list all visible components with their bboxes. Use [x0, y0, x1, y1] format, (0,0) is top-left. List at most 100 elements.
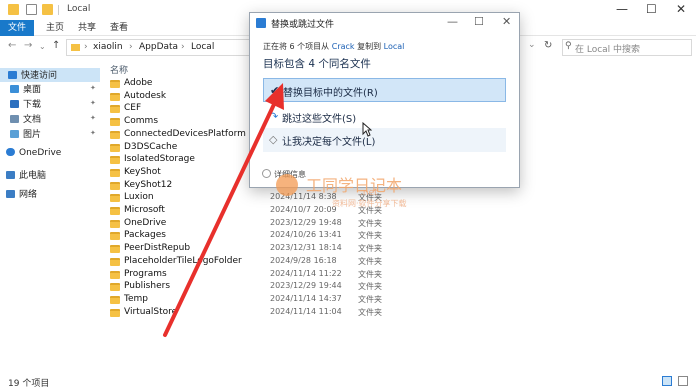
folder-icon: [110, 156, 120, 165]
file-type: 文件夹: [358, 282, 382, 292]
list-item[interactable]: Programs 2024/11/14 11:22 文件夹: [110, 269, 490, 282]
close-icon[interactable]: ✕: [676, 2, 686, 16]
dialog-title-bar: 替换或跳过文件 — ☐ ✕: [250, 13, 519, 33]
replace-or-skip-dialog: 替换或跳过文件 — ☐ ✕ 正在将 6 个项目从 Crack 复制到 Local…: [249, 12, 520, 188]
column-header-name[interactable]: 名称: [110, 63, 128, 76]
file-name: KeyShot: [124, 166, 161, 177]
computer-icon: [6, 171, 15, 179]
copy-icon: [256, 18, 266, 28]
modified-date: 2024/11/14 11:22: [270, 268, 342, 278]
watermark-subtitle: 资料网·软件分享下载: [332, 199, 407, 208]
separator-icon[interactable]: ›: [181, 42, 185, 52]
download-icon: [10, 100, 19, 108]
tab-home[interactable]: 主页: [46, 20, 64, 36]
maximize-icon[interactable]: ☐: [474, 15, 484, 28]
file-name: Comms: [124, 116, 159, 127]
breadcrumb-user[interactable]: xiaolin: [93, 42, 123, 52]
list-item[interactable]: VirtualStore 2024/11/14 11:04 文件夹: [110, 307, 490, 320]
minimize-icon[interactable]: —: [616, 2, 628, 16]
refresh-icon[interactable]: ↻: [544, 40, 552, 51]
search-placeholder: 在 Local 中搜索: [575, 45, 641, 55]
pin-icon[interactable]: ✦: [90, 84, 96, 92]
close-icon[interactable]: ✕: [502, 15, 511, 28]
replace-files-option[interactable]: ✔ 替换目标中的文件(R): [263, 78, 506, 102]
search-input[interactable]: ⚲ 在 Local 中搜索: [562, 39, 692, 56]
list-item[interactable]: Packages 2024/10/26 13:41 文件夹: [110, 230, 490, 243]
sidebar-item-quick-access[interactable]: 快速访问: [0, 68, 100, 82]
minimize-icon[interactable]: —: [447, 15, 458, 28]
file-name: KeyShot12: [124, 179, 173, 190]
window-title: Local: [67, 4, 91, 14]
file-type: 文件夹: [358, 256, 382, 266]
maximize-icon[interactable]: ☐: [646, 2, 657, 16]
recent-chevron-icon[interactable]: ⌄: [39, 42, 46, 51]
file-name: Temp: [124, 293, 148, 304]
pin-icon[interactable]: ✦: [90, 114, 96, 122]
properties-icon[interactable]: [26, 4, 37, 15]
sidebar-item-label: OneDrive: [19, 148, 62, 158]
decide-icon: ◇: [269, 133, 278, 146]
folder-icon: [110, 308, 120, 317]
tab-view[interactable]: 查看: [110, 20, 128, 36]
folder-icon: [110, 283, 120, 292]
folder-icon: [110, 245, 120, 254]
large-icons-view-icon[interactable]: [678, 376, 688, 386]
skip-files-option[interactable]: ↷ 跳过这些文件(S): [263, 105, 506, 129]
folder-icon: [110, 92, 120, 101]
file-name: OneDrive: [124, 217, 167, 228]
dropdown-icon[interactable]: ⌄: [528, 40, 536, 50]
separator-icon[interactable]: ›: [84, 42, 88, 52]
sidebar-item-this-pc[interactable]: 此电脑: [6, 168, 46, 182]
sidebar-item-documents[interactable]: 文档: [10, 112, 41, 126]
folder-icon: [110, 219, 120, 228]
file-name: Packages: [124, 230, 166, 241]
pin-icon[interactable]: ✦: [90, 129, 96, 137]
tab-share[interactable]: 共享: [78, 20, 96, 36]
list-item[interactable]: Temp 2024/11/14 14:37 文件夹: [110, 294, 490, 307]
folder-icon: [110, 181, 120, 190]
back-icon[interactable]: ←: [8, 40, 16, 51]
file-name: Adobe: [124, 78, 153, 88]
checkmark-icon: ✔: [270, 84, 280, 97]
item-count: 19 个项目: [8, 379, 50, 389]
file-type: 文件夹: [358, 307, 382, 317]
copy-info-mid: 复制到: [357, 42, 382, 51]
list-item[interactable]: PeerDistRepub 2023/12/31 18:14 文件夹: [110, 243, 490, 256]
modified-date: 2024/11/14 14:37: [270, 293, 342, 303]
breadcrumb-appdata[interactable]: AppData: [139, 42, 178, 52]
sidebar-item-onedrive[interactable]: OneDrive: [6, 148, 61, 162]
sidebar-item-network[interactable]: 网络: [6, 187, 37, 201]
copy-info: 正在将 6 个项目从 Crack 复制到 Local: [263, 41, 404, 52]
pin-icon[interactable]: ✦: [90, 99, 96, 107]
new-folder-icon[interactable]: [42, 4, 53, 15]
folder-icon: [110, 194, 120, 203]
folder-icon: [110, 143, 120, 152]
destination-link[interactable]: Local: [384, 42, 405, 51]
list-item[interactable]: Publishers 2023/12/29 19:44 文件夹: [110, 281, 490, 294]
modified-date: 2024/9/28 16:18: [270, 255, 337, 265]
list-item[interactable]: PlaceholderTileLogoFolder 2024/9/28 16:18…: [110, 256, 490, 269]
forward-icon[interactable]: →: [24, 40, 32, 51]
file-name: D3DSCache: [124, 141, 178, 152]
folder-icon: [110, 270, 120, 279]
sidebar-item-desktop[interactable]: 桌面: [10, 82, 41, 96]
sidebar-item-label: 此电脑: [19, 171, 47, 181]
source-link[interactable]: Crack: [332, 42, 355, 51]
sidebar-item-downloads[interactable]: 下载: [10, 97, 41, 111]
sidebar-item-label: 文档: [23, 115, 42, 125]
copy-info-prefix: 正在将 6 个项目从: [263, 42, 330, 51]
folder-icon: [110, 207, 120, 215]
watermark: 工同学日记本 .net 资料网·软件分享下载: [268, 170, 438, 220]
file-name: CEF: [124, 103, 142, 114]
up-icon[interactable]: ↑: [52, 40, 60, 51]
network-icon: [6, 190, 15, 198]
sidebar-item-label: 图片: [23, 130, 42, 140]
details-view-icon[interactable]: [662, 376, 672, 386]
file-name: Programs: [124, 268, 167, 279]
tab-file[interactable]: 文件: [0, 20, 34, 36]
sidebar-item-pictures[interactable]: 图片: [10, 127, 41, 141]
decide-each-file-option[interactable]: ◇ 让我决定每个文件(L): [263, 128, 506, 152]
breadcrumb-local[interactable]: Local: [191, 42, 214, 52]
file-name: Luxion: [124, 192, 154, 203]
separator-icon[interactable]: ›: [129, 42, 133, 52]
